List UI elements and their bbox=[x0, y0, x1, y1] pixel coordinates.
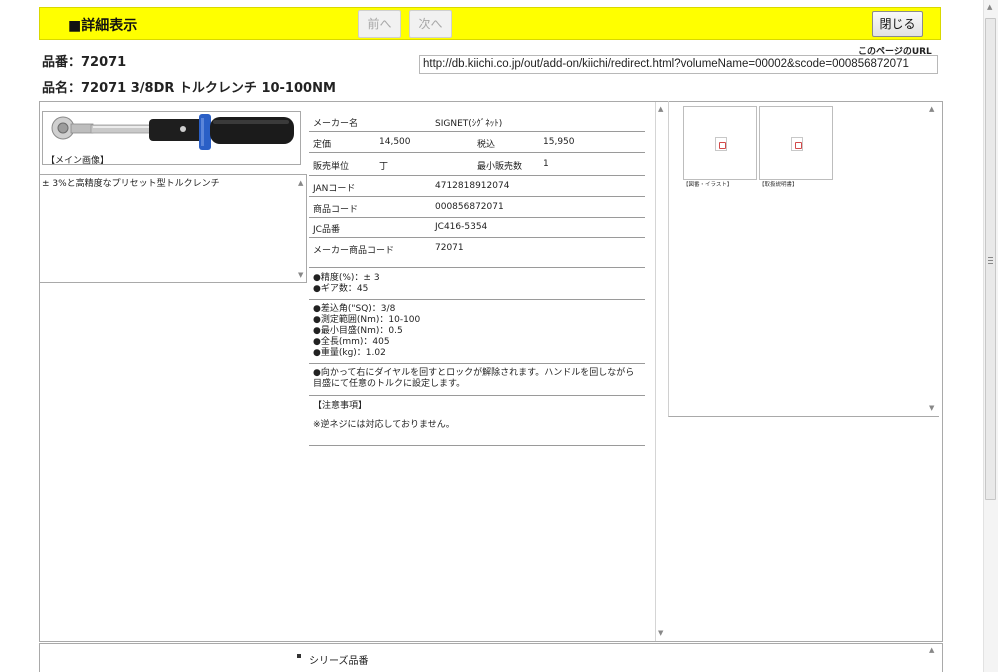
main-image-caption: 【メイン画像】 bbox=[46, 156, 110, 166]
torque-wrench-image bbox=[51, 114, 294, 150]
info-row-product-code: 商品コード 000856872071 bbox=[309, 197, 645, 218]
spec-length: ●全長(mm)：405 bbox=[313, 337, 390, 347]
thumbnail-manual[interactable] bbox=[759, 106, 833, 180]
info-row-jc: JC品番 JC416-5354 bbox=[309, 218, 645, 238]
thumbnail-manual-caption: 【取扱説明書】 bbox=[759, 182, 798, 188]
series-panel bbox=[39, 643, 943, 672]
notes-text: ※逆ネジには対応しておりません。 bbox=[313, 420, 455, 430]
series-scroll-up-icon[interactable]: ▲ bbox=[929, 646, 934, 654]
bullet-icon bbox=[297, 654, 301, 658]
info-scroll-down-icon[interactable]: ▼ bbox=[658, 629, 663, 637]
thumbnail-illustration[interactable] bbox=[683, 106, 757, 180]
spec-drive: ●差込角("SQ)：3/8 bbox=[313, 304, 396, 314]
list-price-value: 14,500 bbox=[379, 137, 411, 147]
product-code-label: 商品コード bbox=[313, 205, 359, 215]
description-scroll-up-icon[interactable]: ▲ bbox=[298, 179, 303, 187]
notes-title: 【注意事項】 bbox=[313, 401, 368, 411]
spec-range: ●測定範囲(Nm)：10-100 bbox=[313, 315, 421, 325]
jc-value: JC416-5354 bbox=[435, 222, 488, 232]
list-price-label: 定価 bbox=[313, 140, 332, 150]
page-title: ■詳細表示 bbox=[68, 18, 138, 34]
info-row-maker: メーカー名 SIGNET(ｼｸﾞﾈｯﾄ) bbox=[309, 111, 645, 132]
page-scroll-up-icon[interactable]: ▲ bbox=[987, 3, 992, 11]
product-code-value: 000856872071 bbox=[435, 202, 504, 212]
tax-value: 15,950 bbox=[543, 137, 575, 147]
close-button[interactable]: 閉じる bbox=[872, 11, 923, 37]
spec-accuracy: ●精度(%)：± 3 bbox=[313, 273, 380, 283]
attachments-scroll-up-icon[interactable]: ▲ bbox=[929, 105, 934, 113]
description-box[interactable] bbox=[39, 174, 307, 283]
prev-button[interactable]: 前へ bbox=[358, 10, 401, 38]
info-row-unit: 販売単位 丁 最小販売数 1 bbox=[309, 153, 645, 176]
info-row-price: 定価 14,500 税込 15,950 bbox=[309, 132, 645, 153]
usage-block: ●向かって右にダイヤルを回すとロックが解除されます。ハンドルを回しながら目盛にて… bbox=[309, 364, 645, 396]
unit-label: 販売単位 bbox=[313, 162, 350, 172]
middle-divider bbox=[655, 102, 656, 641]
jan-value: 4712818912074 bbox=[435, 181, 510, 191]
spec-weight: ●重量(kg)：1.02 bbox=[313, 348, 386, 358]
info-row-jan: JANコード 4712818912074 bbox=[309, 176, 645, 197]
tax-label: 税込 bbox=[477, 140, 496, 150]
maker-code-value: 72071 bbox=[435, 243, 464, 253]
series-label: シリーズ品番 bbox=[309, 656, 369, 667]
spec-scale: ●最小目盛(Nm)：0.5 bbox=[313, 326, 403, 336]
next-button[interactable]: 次へ bbox=[409, 10, 452, 38]
description-scroll-down-icon[interactable]: ▼ bbox=[298, 271, 303, 279]
maker-value: SIGNET(ｼｸﾞﾈｯﾄ) bbox=[435, 119, 503, 129]
page-url-field[interactable]: http://db.kiichi.co.jp/out/add-on/kiichi… bbox=[419, 55, 938, 74]
thumbnail-illustration-caption: 【図番・イラスト】 bbox=[683, 182, 733, 188]
product-number: 品番：72071 bbox=[42, 55, 127, 70]
min-qty-value: 1 bbox=[543, 159, 549, 169]
page-scrollbar-thumb[interactable] bbox=[985, 18, 996, 500]
top-bar bbox=[39, 7, 941, 40]
maker-label: メーカー名 bbox=[313, 119, 359, 129]
min-qty-label: 最小販売数 bbox=[477, 162, 523, 172]
info-scroll-up-icon[interactable]: ▲ bbox=[658, 105, 663, 113]
attachments-scroll-down-icon[interactable]: ▼ bbox=[929, 404, 934, 412]
product-name: 品名：72071 3/8DR トルクレンチ 10-100NM bbox=[42, 81, 336, 96]
spec-block-1: ●精度(%)：± 3 ●ギア数：45 bbox=[309, 268, 645, 300]
description-text: ± 3%と高精度なプリセット型トルクレンチ bbox=[42, 179, 220, 189]
info-row-maker-code: メーカー商品コード 72071 bbox=[309, 238, 645, 268]
jan-label: JANコード bbox=[313, 184, 356, 194]
spec-block-2: ●差込角("SQ)：3/8 ●測定範囲(Nm)：10-100 ●最小目盛(Nm)… bbox=[309, 300, 645, 364]
spec-gear-count: ●ギア数：45 bbox=[313, 284, 369, 294]
maker-code-label: メーカー商品コード bbox=[313, 246, 395, 256]
usage-text: ●向かって右にダイヤルを回すとロックが解除されます。ハンドルを回しながら目盛にて… bbox=[313, 368, 635, 389]
unit-value: 丁 bbox=[379, 162, 389, 172]
broken-image-icon bbox=[791, 137, 803, 151]
broken-image-icon bbox=[715, 137, 727, 151]
jc-label: JC品番 bbox=[313, 225, 340, 235]
notes-block: 【注意事項】 ※逆ネジには対応しておりません。 bbox=[309, 396, 645, 446]
